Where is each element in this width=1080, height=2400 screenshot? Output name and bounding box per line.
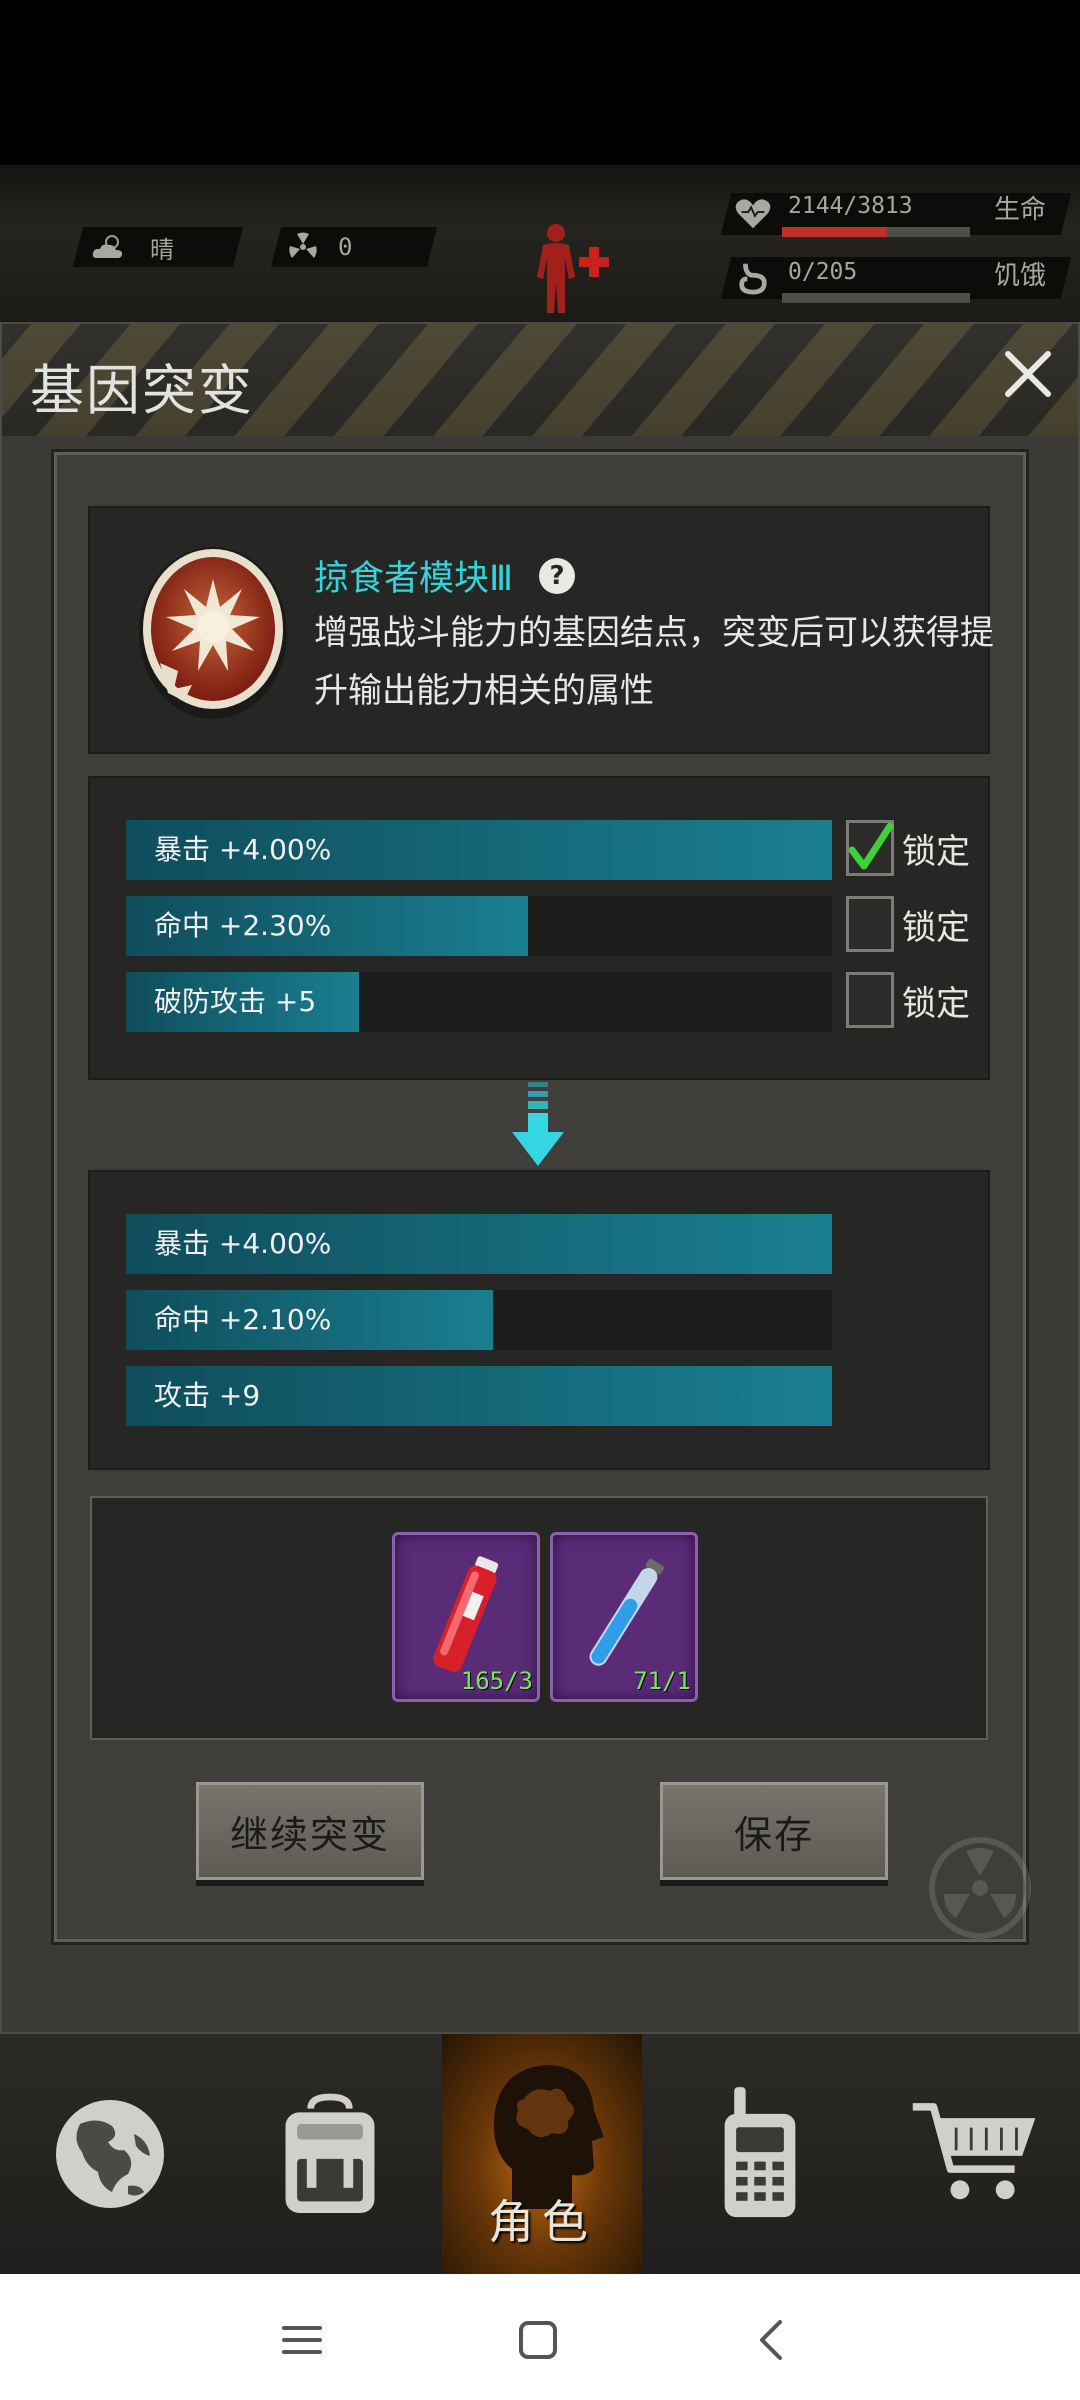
current-stat-label: 命中 +2.30% (154, 909, 332, 942)
gene-name-row: 掠食者模块Ⅲ ? (314, 550, 577, 601)
blue-serum-icon (589, 1558, 664, 1666)
red-serum-item[interactable]: 165/3 (392, 1532, 540, 1702)
new-stat-label: 命中 +2.10% (154, 1303, 332, 1336)
lock-label[interactable]: 锁定 (902, 900, 970, 949)
blue-serum-item[interactable]: 71/1 (550, 1532, 698, 1702)
radiation-watermark-icon (929, 1837, 1031, 1939)
continue-mutation-button[interactable]: 继续突变 (196, 1782, 424, 1880)
down-arrow-icon (512, 1082, 564, 1166)
backpack-icon (285, 2093, 375, 2213)
nav-character[interactable]: 角色 (442, 2034, 642, 2274)
lock-checkbox[interactable] (846, 820, 894, 876)
lock-label[interactable]: 锁定 (902, 824, 970, 873)
radiation-icon (289, 232, 317, 258)
gene-description: 增强战斗能力的基因结点，突变后可以获得提升输出能力相关的属性 (314, 613, 994, 711)
gene-name: 掠食者模块Ⅲ (314, 559, 514, 599)
hunger-label: 饥饿 (994, 261, 1047, 291)
shopping-cart-icon (912, 2103, 1036, 2200)
new-stat-bar: 命中 +2.10% (126, 1290, 832, 1350)
nav-radio[interactable] (650, 2034, 870, 2274)
hunger-bar (782, 293, 970, 303)
current-stat-bar: 暴击 +4.00% (126, 820, 832, 880)
dialog-title: 基因突变 (30, 359, 254, 422)
weather-cloud-icon (92, 235, 123, 258)
nav-world[interactable] (0, 2034, 220, 2274)
bottom-navigation: 角色 (0, 2034, 1080, 2274)
life-bar (782, 227, 970, 237)
hunger-value: 0/205 (788, 259, 858, 285)
new-stat-label: 暴击 +4.00% (154, 1227, 332, 1260)
weather-text: 晴 (150, 235, 174, 264)
nav-backpack[interactable] (220, 2034, 440, 2274)
lock-checkbox[interactable] (846, 972, 894, 1028)
predator-gene-icon (139, 547, 287, 719)
status-bar: 晴 0 2144/3813 生命 0/205 饥饿 (0, 165, 1080, 325)
system-navigation-bar (0, 2274, 1080, 2400)
globe-icon (56, 2100, 164, 2208)
new-stat-label: 攻击 +9 (154, 1379, 261, 1412)
body-status-icon[interactable] (520, 221, 626, 321)
save-button[interactable]: 保存 (660, 1782, 888, 1880)
weather-pill: 晴 (73, 227, 243, 267)
dialog-header: 基因突变 (2, 324, 1078, 436)
svg-text:?: ? (550, 561, 565, 591)
back-icon[interactable] (742, 2310, 802, 2370)
heart-icon (735, 199, 771, 229)
red-serum-icon (433, 1556, 499, 1673)
current-stat-label: 暴击 +4.00% (154, 833, 332, 866)
lock-checkbox[interactable] (846, 896, 894, 952)
current-stat-label: 破防攻击 +5 (154, 985, 317, 1018)
new-stat-bar: 攻击 +9 (126, 1366, 832, 1426)
life-label: 生命 (994, 195, 1047, 225)
menu-icon[interactable] (272, 2310, 332, 2370)
check-icon (848, 822, 894, 870)
hunger-stomach-icon (739, 263, 767, 295)
nav-shop[interactable] (870, 2034, 1080, 2274)
life-bar-fill (782, 227, 888, 237)
help-question-icon[interactable]: ? (537, 556, 577, 596)
walkie-talkie-icon (724, 2087, 796, 2218)
life-value: 2144/3813 (788, 193, 913, 219)
item-count: 71/1 (633, 1667, 691, 1695)
nav-character-label: 角色 (488, 2195, 596, 2249)
radiation-value: 0 (338, 233, 353, 261)
home-icon[interactable] (508, 2310, 568, 2370)
close-icon[interactable] (996, 342, 1060, 406)
new-stat-bar: 暴击 +4.00% (126, 1214, 832, 1274)
current-stat-bar: 破防攻击 +5 (126, 972, 832, 1032)
item-count: 165/3 (460, 1667, 533, 1695)
lock-label[interactable]: 锁定 (902, 976, 970, 1025)
radiation-pill: 0 (271, 227, 437, 267)
current-stat-bar: 命中 +2.30% (126, 896, 832, 956)
